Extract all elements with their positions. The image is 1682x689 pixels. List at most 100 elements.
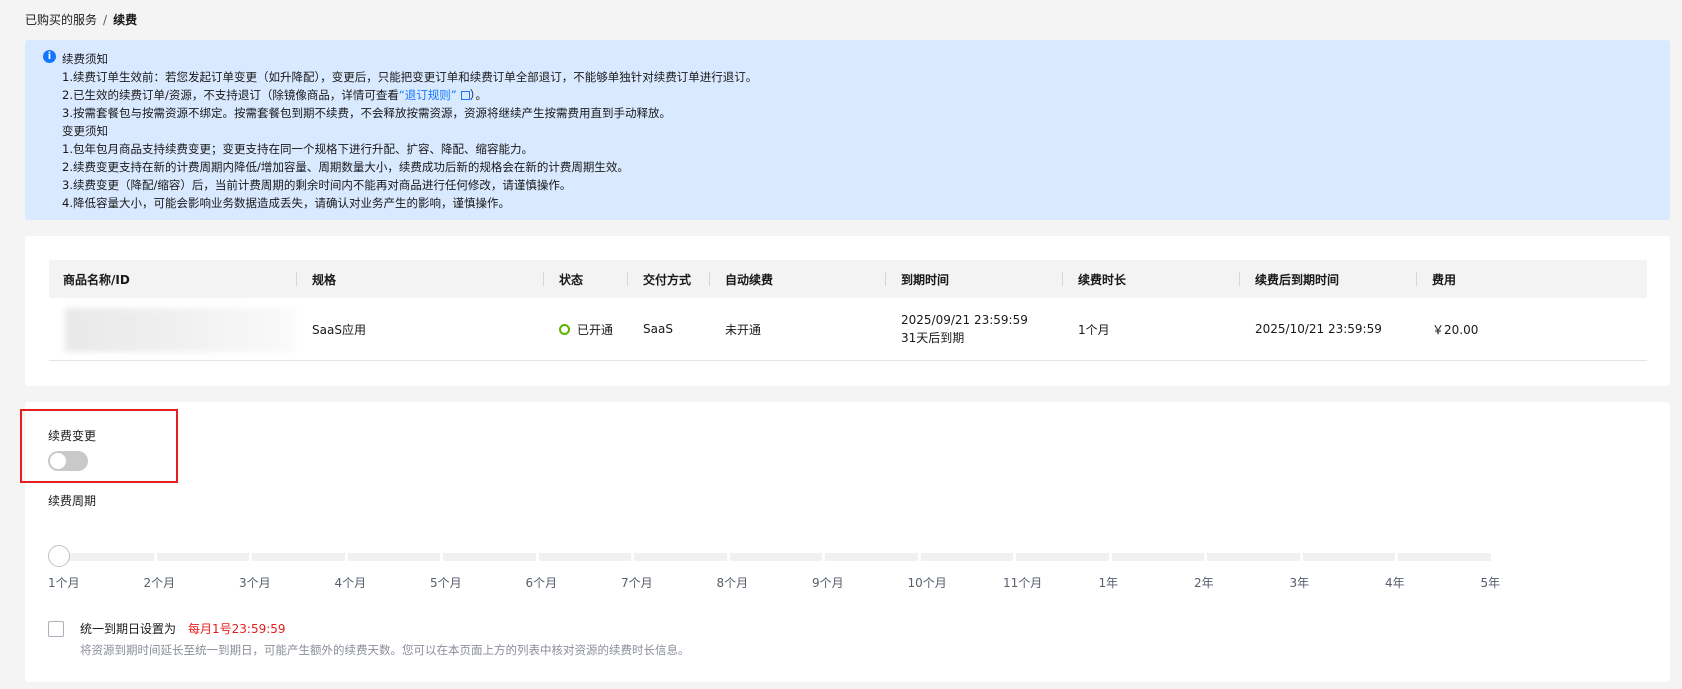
cell-expire-remaining: 31天后到期 — [901, 331, 965, 345]
product-table-card: 商品名称/ID 规格 状态 交付方式 自动续费 到期时间 续费时长 续费后到期时… — [25, 236, 1670, 386]
cell-auto-renew: 未开通 — [725, 322, 762, 337]
cell-delivery: SaaS — [643, 322, 673, 336]
col-header-spec-text: 规格 — [312, 272, 337, 287]
slider-segment[interactable] — [1111, 553, 1204, 561]
breadcrumb-parent[interactable]: 已购买的服务 — [25, 13, 97, 27]
renew-notice-item: 3.按需套餐包与按需资源不绑定。按需套餐包到期不续费，不会释放按需资源，资源将继… — [62, 106, 671, 120]
renew-notice-item-text: 2.已生效的续费订单/资源，不支持退订（除镜像商品，详情可查看 — [62, 88, 399, 102]
unify-expire-description: 将资源到期时间延长至统一到期日，可能产生额外的续费天数。您可以在本页面上方的列表… — [80, 643, 690, 657]
col-header-delivery: 交付方式 — [627, 260, 692, 298]
col-header-auto-renew: 自动续费 — [709, 260, 774, 298]
col-divider — [1239, 272, 1240, 286]
slider-segment[interactable] — [1207, 553, 1300, 561]
change-notice-item: 4.降低容量大小，可能会影响业务数据造成丢失，请确认对业务产生的影响，谨慎操作。 — [62, 196, 510, 210]
period-option-label[interactable]: 1个月 — [48, 574, 80, 591]
notice-lines: 续费须知 1.续费订单生效前：若您发起订单变更（如升降配），变更后，只能把变更订… — [62, 50, 757, 212]
period-option-label[interactable]: 2个月 — [144, 574, 176, 591]
renew-notice-item: 2.已生效的续费订单/资源，不支持退订（除镜像商品，详情可查看“退订规则” ）。 — [62, 86, 757, 104]
period-option-label[interactable]: 4年 — [1385, 574, 1405, 591]
table-row: SaaS应用 已开通 SaaS 未开通 2025/09/21 23:59:59 … — [49, 298, 1647, 361]
renew-notice-item-suffix: ）。 — [469, 88, 488, 102]
slider-segment[interactable] — [347, 553, 440, 561]
renew-settings-card — [25, 402, 1670, 682]
renew-change-label: 续费变更 — [48, 429, 97, 443]
col-header-status-text: 状态 — [559, 272, 584, 287]
col-header-duration: 续费时长 — [1062, 260, 1127, 298]
renew-change-toggle[interactable] — [48, 451, 88, 471]
unify-time-text: 每月1号23:59:59 — [188, 622, 286, 636]
renew-notice-item: 1.续费订单生效前：若您发起订单变更（如升降配），变更后，只能把变更订单和续费订… — [62, 70, 758, 84]
slider-segment[interactable] — [729, 553, 822, 561]
breadcrumb: 已购买的服务 / 续费 — [25, 11, 137, 29]
period-option-label[interactable]: 7个月 — [621, 574, 653, 591]
breadcrumb-current: 续费 — [113, 13, 138, 27]
slider-handle[interactable] — [48, 545, 70, 567]
period-option-label[interactable]: 3年 — [1290, 574, 1310, 591]
slider-segment[interactable] — [1016, 553, 1109, 561]
toggle-knob — [50, 453, 66, 469]
unify-expire-label: 统一到期日设置为 每月1号23:59:59 — [80, 620, 286, 637]
period-option-label[interactable]: 9个月 — [812, 574, 844, 591]
col-header-new-expire: 续费后到期时间 — [1239, 260, 1340, 298]
breadcrumb-separator: / — [103, 13, 108, 27]
change-notice-item: 3.续费变更（降配/缩容）后，当前计费周期的剩余时间内不能再对商品进行任何修改，… — [62, 178, 572, 192]
external-link-icon[interactable] — [460, 91, 470, 100]
cell-duration: 1个月 — [1078, 322, 1110, 337]
period-option-label[interactable]: 5个月 — [430, 574, 462, 591]
col-divider — [709, 272, 710, 286]
col-divider — [543, 272, 544, 286]
change-notice-item: 1.包年包月商品支持续费变更；变更支持在同一个规格下进行升配、扩容、降配、缩容能… — [62, 142, 533, 156]
col-divider — [1416, 272, 1417, 286]
col-divider — [885, 272, 886, 286]
col-header-expire-text: 到期时间 — [901, 272, 950, 287]
cell-status-text: 已开通 — [577, 322, 614, 337]
slider-segment[interactable] — [443, 553, 536, 561]
cell-expire: 2025/09/21 23:59:59 31天后到期 — [901, 298, 1028, 360]
slider-segment[interactable] — [634, 553, 727, 561]
slider-segment[interactable] — [1398, 553, 1491, 561]
slider-segment[interactable] — [61, 553, 154, 561]
col-header-auto-renew-text: 自动续费 — [725, 272, 774, 287]
slider-segment[interactable] — [1302, 553, 1395, 561]
col-header-spec: 规格 — [296, 260, 337, 298]
slider-segment[interactable] — [920, 553, 1013, 561]
refund-rules-link[interactable]: “退订规则” — [399, 88, 457, 102]
col-header-fee-text: 费用 — [1432, 272, 1457, 287]
col-divider — [627, 272, 628, 286]
cell-expire-time: 2025/09/21 23:59:59 — [901, 313, 1028, 327]
period-option-label[interactable]: 6个月 — [526, 574, 558, 591]
change-notice-title: 变更须知 — [62, 124, 108, 138]
period-option-label[interactable]: 1年 — [1099, 574, 1119, 591]
info-icon: i — [43, 50, 56, 63]
col-header-delivery-text: 交付方式 — [643, 272, 692, 287]
unify-label-text: 统一到期日设置为 — [80, 622, 177, 636]
period-option-label[interactable]: 8个月 — [717, 574, 749, 591]
period-option-label[interactable]: 2年 — [1194, 574, 1214, 591]
status-active-icon — [559, 323, 570, 335]
period-option-label[interactable]: 10个月 — [908, 574, 947, 591]
col-divider — [296, 272, 297, 286]
slider-segment[interactable] — [538, 553, 631, 561]
product-name-redacted — [65, 308, 295, 352]
col-header-fee: 费用 — [1416, 260, 1457, 298]
period-option-label[interactable]: 4个月 — [335, 574, 367, 591]
unify-expire-checkbox[interactable] — [48, 621, 64, 637]
col-header-expire: 到期时间 — [885, 260, 950, 298]
col-header-duration-text: 续费时长 — [1078, 272, 1127, 287]
slider-segment[interactable] — [156, 553, 249, 561]
slider-segment[interactable] — [825, 553, 918, 561]
period-option-label[interactable]: 3个月 — [239, 574, 271, 591]
renewal-notice: i 续费须知 1.续费订单生效前：若您发起订单变更（如升降配），变更后，只能把变… — [25, 40, 1670, 220]
col-header-new-expire-text: 续费后到期时间 — [1255, 272, 1340, 287]
period-option-label[interactable]: 11个月 — [1003, 574, 1042, 591]
cell-new-expire: 2025/10/21 23:59:59 — [1255, 322, 1382, 336]
col-divider — [1062, 272, 1063, 286]
highlight-box — [20, 409, 178, 483]
change-notice-item: 2.续费变更支持在新的计费周期内降低/增加容量、周期数量大小，续费成功后新的规格… — [62, 160, 629, 174]
cell-fee: ￥20.00 — [1432, 322, 1479, 337]
slider-segment[interactable] — [252, 553, 345, 561]
col-header-name: 商品名称/ID — [63, 272, 130, 287]
cell-status: 已开通 — [559, 298, 613, 360]
cell-spec: SaaS应用 — [312, 322, 366, 337]
period-option-label[interactable]: 5年 — [1481, 574, 1501, 591]
